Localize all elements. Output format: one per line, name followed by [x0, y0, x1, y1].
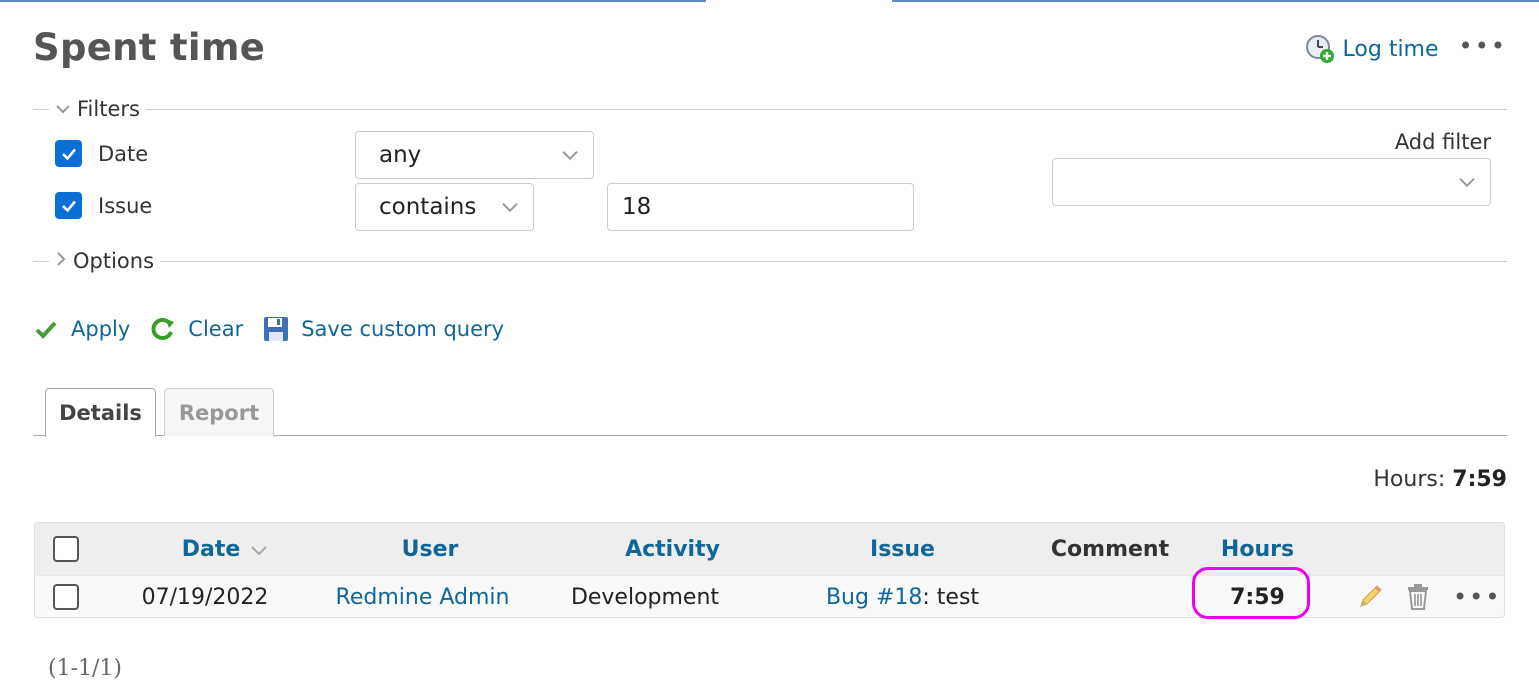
edit-icon[interactable]	[1355, 576, 1385, 617]
query-buttons: Apply Clear Save custom query	[33, 316, 524, 342]
save-query-button[interactable]: Save custom query	[263, 316, 504, 342]
chevron-down-icon	[1458, 168, 1476, 194]
column-hours-label: Hours	[1220, 536, 1295, 562]
cell-date: 07/19/2022	[141, 584, 269, 610]
filter-issue-checkbox[interactable]	[55, 192, 82, 219]
options-legend-row: Options	[33, 246, 1507, 276]
filter-issue-label: Issue	[98, 193, 153, 218]
save-query-label: Save custom query	[301, 317, 505, 341]
select-all-cell	[53, 523, 79, 575]
cell-hours: 7:59	[1230, 584, 1285, 610]
cell-issue: Bug #18 : test	[770, 576, 1035, 617]
filter-date-label: Date	[98, 141, 149, 166]
clear-button[interactable]: Clear	[150, 316, 243, 342]
reload-icon	[150, 316, 176, 342]
table-row: 07/19/2022 Redmine Admin Development Bug…	[35, 575, 1504, 617]
sort-desc-icon	[250, 537, 268, 562]
log-time-link[interactable]: Log time	[1343, 37, 1439, 62]
chevron-right-icon[interactable]	[55, 251, 67, 271]
filters-legend[interactable]: Filters	[77, 97, 140, 121]
issue-subject: : test	[922, 584, 980, 610]
filter-issue-value: 18	[622, 194, 652, 220]
cell-comment	[1035, 576, 1185, 617]
apply-label: Apply	[71, 317, 131, 341]
filter-row-date: Date	[55, 140, 148, 167]
top-border-left	[0, 0, 706, 2]
tab-report[interactable]: Report	[164, 388, 274, 436]
floppy-disk-icon	[263, 316, 289, 342]
top-border-right	[892, 0, 1539, 2]
cell-activity: Development	[570, 584, 720, 610]
chevron-down-icon[interactable]	[55, 100, 71, 119]
column-date-header[interactable]: Date	[145, 523, 305, 575]
more-actions-icon[interactable]: •••	[1459, 32, 1507, 60]
issue-link[interactable]: Bug #18	[826, 585, 922, 610]
total-hours: Hours: 7:59	[1373, 467, 1507, 492]
total-hours-label: Hours:	[1373, 467, 1446, 492]
clock-add-icon	[1305, 34, 1335, 64]
check-icon	[61, 200, 76, 212]
select-all-checkbox[interactable]	[53, 536, 79, 562]
pagination-info: (1-1/1)	[48, 656, 123, 681]
contextual-actions: Log time •••	[1305, 32, 1507, 64]
row-select-cell	[53, 576, 79, 617]
options-legend[interactable]: Options	[73, 249, 154, 273]
filters-legend-row: Filters	[33, 94, 1507, 124]
page-title: Spent time	[33, 26, 266, 69]
chevron-down-icon	[501, 193, 519, 219]
filter-issue-operator-select[interactable]: contains	[355, 183, 534, 231]
column-issue-header[interactable]: Issue	[790, 523, 1015, 575]
cell-user: Redmine Admin	[315, 576, 530, 617]
column-activity-label: Activity	[625, 536, 720, 562]
checkmark-icon	[33, 316, 59, 342]
filter-date-checkbox[interactable]	[55, 140, 82, 167]
chevron-down-icon	[561, 141, 579, 167]
check-icon	[61, 148, 76, 160]
filter-issue-value-input[interactable]: 18	[607, 183, 914, 231]
total-hours-value: 7:59	[1452, 467, 1507, 492]
column-comment-header: Comment	[1050, 536, 1170, 562]
add-filter-select[interactable]	[1052, 158, 1491, 206]
apply-button[interactable]: Apply	[33, 316, 130, 342]
filter-date-operator-select[interactable]: any	[355, 131, 594, 179]
column-hours-header[interactable]: Hours	[1200, 523, 1315, 575]
column-activity-header[interactable]: Activity	[565, 523, 780, 575]
row-checkbox[interactable]	[53, 584, 79, 610]
column-issue-label: Issue	[870, 536, 935, 562]
clear-label: Clear	[188, 317, 244, 341]
filter-date-operator-value: any	[379, 142, 422, 168]
add-filter-label: Add filter	[1394, 130, 1491, 154]
column-user-label: User	[401, 536, 459, 562]
column-user-header[interactable]: User	[335, 523, 525, 575]
filter-row-issue: Issue	[55, 192, 152, 219]
filter-issue-operator-value: contains	[379, 194, 477, 220]
column-date-label: Date	[181, 536, 241, 562]
time-entries-table: Date User Activity Issue Comment Hours 0…	[34, 522, 1505, 618]
user-link[interactable]: Redmine Admin	[336, 585, 510, 610]
tabs-bar: Details Report	[33, 388, 1507, 437]
row-more-icon[interactable]: •••	[1453, 576, 1501, 617]
table-header-row: Date User Activity Issue Comment Hours	[35, 523, 1504, 575]
tab-details[interactable]: Details	[45, 388, 156, 437]
trash-icon[interactable]	[1405, 576, 1431, 617]
